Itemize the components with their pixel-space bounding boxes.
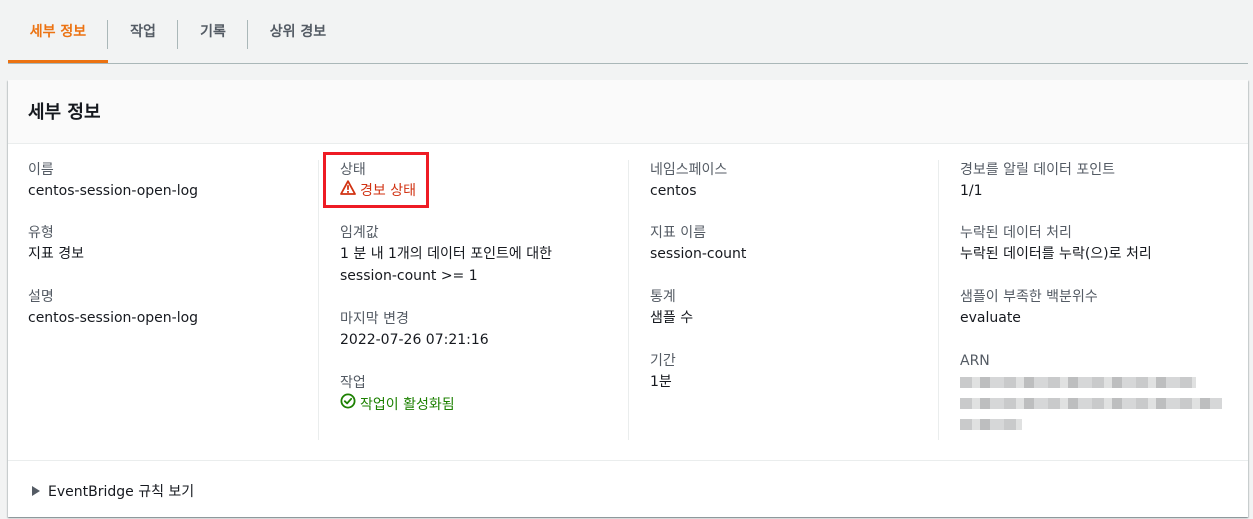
- redacted-line: [960, 398, 1222, 409]
- field-label: 네임스페이스: [650, 162, 728, 178]
- field-arn: ARN: [960, 351, 1222, 440]
- details-column-1: 이름 centos-session-open-log 유형 지표 경보 설명 c…: [8, 160, 318, 440]
- tab-bar: 세부 정보 작업 기록 상위 경보: [8, 0, 1248, 64]
- tab-actions-label: 작업: [130, 24, 156, 40]
- field-label: 기간: [650, 353, 676, 369]
- field-label: 마지막 변경: [340, 311, 409, 327]
- field-value: 샘플 수: [650, 310, 694, 326]
- tab-details[interactable]: 세부 정보: [8, 0, 108, 63]
- field-label: 설명: [28, 289, 54, 305]
- field-value: 지표 경보: [28, 246, 84, 262]
- caret-right-icon: [32, 486, 40, 496]
- actions-status-text: 작업이 활성화됨: [360, 396, 455, 413]
- details-column-3: 네임스페이스 centos 지표 이름 session-count 통계 샘플 …: [628, 160, 939, 440]
- field-last-change: 마지막 변경 2022-07-26 07:21:16: [340, 309, 489, 351]
- field-label: 유형: [28, 225, 54, 241]
- field-value: 1분: [650, 374, 672, 390]
- arn-redacted-value: [960, 377, 1222, 430]
- field-value: session-count: [650, 246, 747, 262]
- highlight-annotation: [323, 152, 429, 208]
- details-column-4: 경보를 알릴 데이터 포인트 1/1 누락된 데이터 처리 누락된 데이터를 누…: [938, 160, 1249, 440]
- field-label: 통계: [650, 289, 676, 305]
- tab-details-label: 세부 정보: [29, 24, 87, 40]
- actions-status: 작업이 활성화됨: [340, 393, 455, 416]
- tab-history-label: 기록: [200, 24, 226, 40]
- tab-parent-alarms[interactable]: 상위 경보: [248, 0, 348, 62]
- redacted-line: [960, 377, 1196, 388]
- field-missing-data: 누락된 데이터 처리 누락된 데이터를 누락(으)로 처리: [960, 223, 1152, 265]
- field-label: 경보를 알릴 데이터 포인트: [960, 162, 1116, 178]
- tab-parent-alarms-label: 상위 경보: [269, 24, 327, 40]
- field-metric-name: 지표 이름 session-count: [650, 223, 746, 265]
- field-label: 지표 이름: [650, 225, 706, 241]
- field-value: centos-session-open-log: [28, 310, 199, 326]
- expander-label: EventBridge 규칙 보기: [48, 484, 195, 500]
- field-period: 기간 1분: [650, 351, 676, 393]
- field-label: 이름: [28, 162, 54, 178]
- field-threshold: 임계값 1 분 내 1개의 데이터 포인트에 대한 session-count …: [340, 223, 552, 287]
- redacted-line: [960, 419, 1022, 430]
- panel-title: 세부 정보: [28, 102, 101, 123]
- field-name: 이름 centos-session-open-log: [28, 160, 198, 202]
- field-value: 누락된 데이터를 누락(으)로 처리: [960, 246, 1152, 262]
- tab-history[interactable]: 기록: [178, 0, 248, 62]
- field-label: 샘플이 부족한 백분위수: [960, 289, 1098, 305]
- panel-header: 세부 정보: [8, 80, 1248, 144]
- field-value: centos: [650, 183, 697, 199]
- details-panel: 세부 정보 이름 centos-session-open-log 유형 지표 경…: [8, 80, 1248, 517]
- field-label: 누락된 데이터 처리: [960, 225, 1072, 241]
- eventbridge-rules-expander[interactable]: EventBridge 규칙 보기: [32, 481, 194, 501]
- field-datapoints-to-alarm: 경보를 알릴 데이터 포인트 1/1: [960, 160, 1115, 202]
- field-label: ARN: [960, 353, 990, 369]
- field-label: 임계값: [340, 225, 379, 241]
- field-namespace: 네임스페이스 centos: [650, 160, 727, 202]
- panel-footer: EventBridge 규칙 보기: [8, 460, 1248, 518]
- field-value: 1/1: [960, 183, 983, 199]
- field-statistic: 통계 샘플 수: [650, 287, 693, 329]
- field-value: evaluate: [960, 310, 1021, 326]
- field-value-line1: 1 분 내 1개의 데이터 포인트에 대한: [340, 246, 552, 262]
- tab-actions[interactable]: 작업: [108, 0, 178, 62]
- field-actions: 작업 작업이 활성화됨: [340, 373, 455, 416]
- check-circle-icon: [340, 393, 356, 416]
- field-label: 작업: [340, 375, 366, 391]
- field-value-line2: session-count >= 1: [340, 268, 478, 284]
- field-description: 설명 centos-session-open-log: [28, 287, 198, 329]
- field-type: 유형 지표 경보: [28, 223, 84, 265]
- field-value: 2022-07-26 07:21:16: [340, 332, 489, 348]
- field-value: centos-session-open-log: [28, 183, 199, 199]
- field-percentiles: 샘플이 부족한 백분위수 evaluate: [960, 287, 1098, 329]
